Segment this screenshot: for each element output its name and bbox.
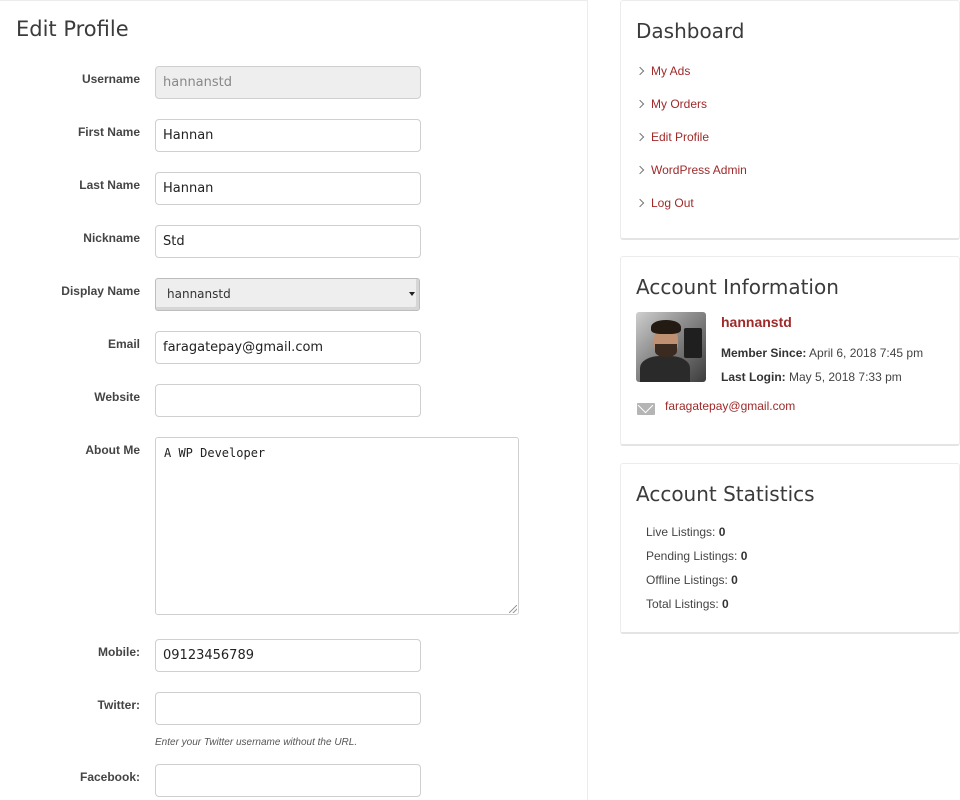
stat-offline-label: Offline Listings: (646, 573, 728, 587)
member-since-label: Member Since: (721, 346, 807, 360)
display-name-label: Display Name (61, 284, 140, 298)
first-name-label: First Name (77, 125, 140, 139)
dashboard-widget: Dashboard My Ads My Orders Edit Profile … (620, 0, 960, 240)
first-name-input[interactable] (155, 119, 421, 152)
account-stats-title: Account Statistics (636, 482, 815, 506)
member-since-value: April 6, 2018 7:45 pm (809, 346, 924, 360)
nickname-label: Nickname (83, 231, 140, 245)
chevron-right-icon (635, 165, 645, 175)
facebook-label: Facebook: (79, 770, 140, 784)
last-login: Last Login: May 5, 2018 7:33 pm (721, 370, 902, 384)
stat-live-label: Live Listings: (646, 525, 716, 539)
avatar (636, 312, 706, 382)
display-name-selected: hannanstd (167, 287, 231, 301)
account-info-widget: Account Information hannanstd Member Sin… (620, 256, 960, 446)
stat-live-value: 0 (718, 525, 726, 539)
last-name-input[interactable] (155, 172, 421, 205)
dashboard-title: Dashboard (636, 19, 745, 43)
edit-profile-panel: Edit Profile Username First Name Last Na… (0, 0, 588, 800)
email-input[interactable] (155, 331, 421, 364)
twitter-input[interactable] (155, 692, 421, 725)
profile-username-link[interactable]: hannanstd (721, 314, 792, 330)
nav-my-orders-label: My Orders (651, 97, 708, 111)
stat-total-value: 0 (722, 597, 729, 611)
account-stats-widget: Account Statistics Live Listings: 0 Pend… (620, 463, 960, 634)
stat-total-listings: Total Listings: 0 (646, 597, 729, 611)
stat-live-listings: Live Listings: 0 (646, 525, 725, 539)
website-label: Website (94, 390, 140, 404)
username-input[interactable] (155, 66, 421, 99)
profile-email-link[interactable]: faragatepay@gmail.com (665, 399, 795, 413)
nav-wordpress-admin-label: WordPress Admin (651, 163, 747, 177)
account-info-title: Account Information (636, 275, 839, 299)
mobile-label: Mobile: (98, 645, 140, 659)
email-label: Email (107, 337, 140, 351)
caret-down-icon (409, 292, 415, 296)
member-since: Member Since: April 6, 2018 7:45 pm (721, 346, 923, 360)
facebook-input[interactable] (155, 764, 421, 797)
nav-log-out-label: Log Out (651, 196, 694, 210)
stat-total-label: Total Listings: (646, 597, 719, 611)
about-me-label: About Me (85, 443, 140, 457)
page-title: Edit Profile (16, 17, 129, 41)
stat-offline-value: 0 (731, 573, 738, 587)
chevron-right-icon (635, 132, 645, 142)
stat-pending-value: 0 (740, 549, 748, 563)
twitter-label: Twitter: (97, 698, 140, 712)
stat-pending-label: Pending Listings: (646, 549, 738, 563)
resize-grip-icon[interactable] (509, 605, 517, 613)
nav-edit-profile-label: Edit Profile (651, 130, 710, 144)
last-login-value: May 5, 2018 7:33 pm (789, 370, 902, 384)
nickname-input[interactable] (155, 225, 421, 258)
envelope-icon (637, 403, 655, 415)
twitter-hint: Enter your Twitter username without the … (155, 737, 358, 748)
last-name-label: Last Name (79, 178, 140, 192)
last-login-label: Last Login: (721, 370, 786, 384)
nav-my-ads-label: My Ads (651, 64, 691, 78)
website-input[interactable] (155, 384, 421, 417)
chevron-right-icon (635, 198, 645, 208)
about-me-textarea[interactable]: A WP Developer (155, 437, 519, 615)
chevron-right-icon (635, 66, 645, 76)
stat-pending-listings: Pending Listings: 0 (646, 549, 747, 563)
stat-offline-listings: Offline Listings: 0 (646, 573, 738, 587)
chevron-right-icon (635, 99, 645, 109)
display-name-select[interactable]: hannanstd (155, 278, 420, 311)
mobile-input[interactable] (155, 639, 421, 672)
username-label: Username (81, 72, 140, 86)
